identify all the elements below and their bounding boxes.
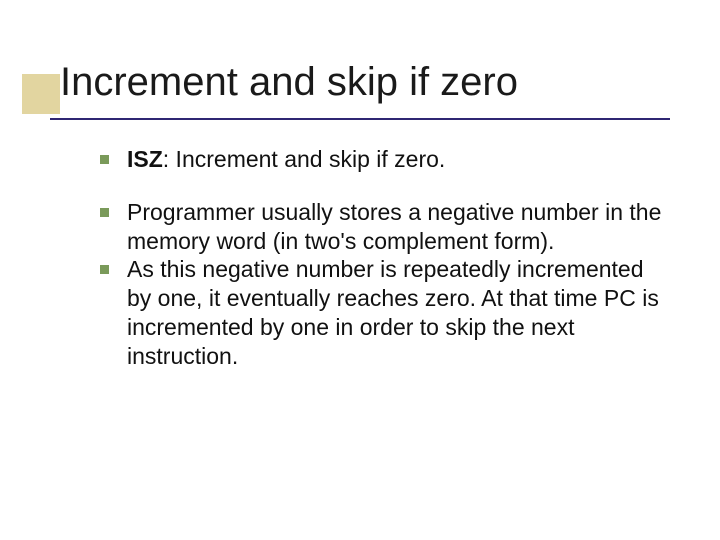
square-bullet-icon <box>100 155 109 164</box>
list-item: ISZ: Increment and skip if zero. <box>100 145 670 174</box>
title-accent-box <box>22 74 60 114</box>
mnemonic: ISZ <box>127 146 163 172</box>
bullet-text: ISZ: Increment and skip if zero. <box>127 145 670 174</box>
title-underline <box>50 118 670 120</box>
square-bullet-icon <box>100 265 109 274</box>
slide-content: ISZ: Increment and skip if zero. Program… <box>100 145 670 394</box>
bullet-text: Programmer usually stores a negative num… <box>127 198 670 256</box>
slide: Increment and skip if zero ISZ: Incremen… <box>0 0 720 540</box>
square-bullet-icon <box>100 208 109 217</box>
bullet-rest: : Increment and skip if zero. <box>163 146 446 172</box>
slide-title: Increment and skip if zero <box>60 60 680 105</box>
list-item: Programmer usually stores a negative num… <box>100 198 670 256</box>
list-item: As this negative number is repeatedly in… <box>100 255 670 370</box>
bullet-text: As this negative number is repeatedly in… <box>127 255 670 370</box>
